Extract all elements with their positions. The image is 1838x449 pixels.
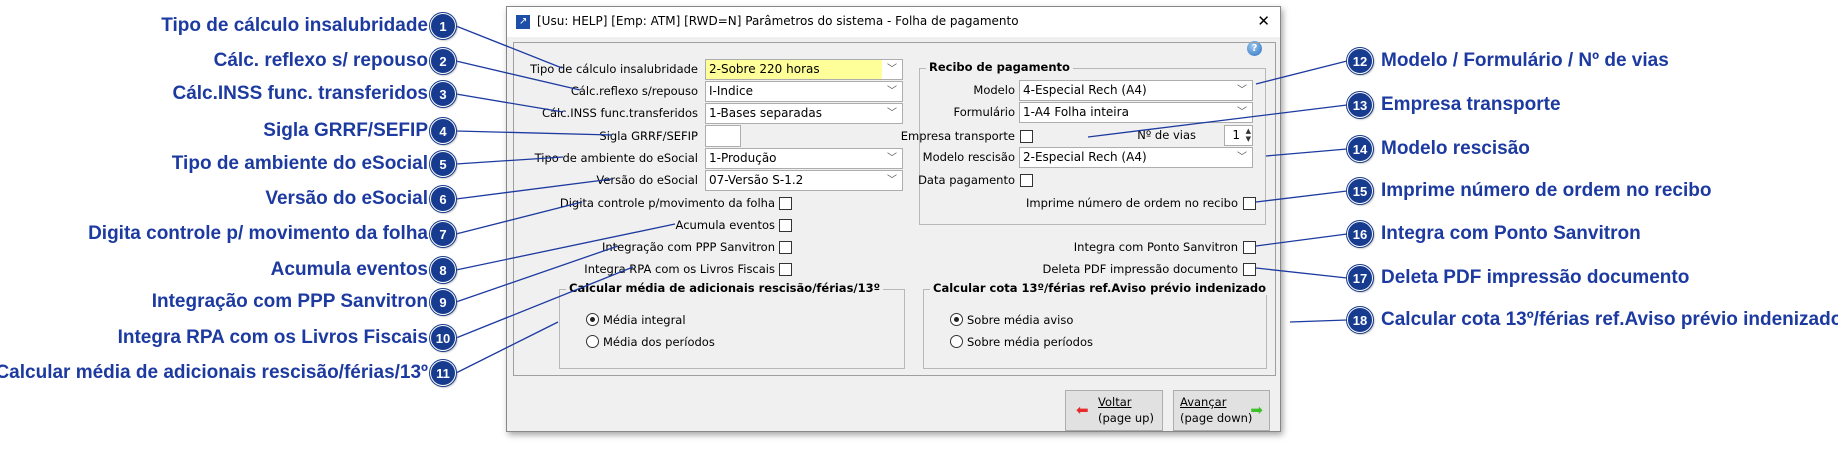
leader-line-14 (1265, 148, 1348, 157)
callout-2-text: Cálc. reflexo s/ repouso (213, 50, 428, 71)
leader-line-4 (455, 130, 613, 136)
callout-badge-11: 11 (429, 359, 457, 387)
leader-line-16 (1255, 233, 1348, 247)
callout-18-text: Calcular cota 13º/férias ref.Aviso prévi… (1381, 309, 1838, 330)
callout-badge-1: 1 (429, 12, 457, 40)
callout-17-text: Deleta PDF impressão documento (1381, 267, 1690, 288)
callout-badge-12: 12 (1346, 47, 1374, 75)
leader-line-17 (1255, 267, 1348, 279)
callout-badge-17: 17 (1346, 264, 1374, 292)
callout-16-text: Integra com Ponto Sanvitron (1381, 223, 1641, 244)
leader-line-7 (455, 201, 583, 235)
callout-11-text: Calcular média de adicionais rescisão/fé… (0, 362, 428, 383)
leader-line-9 (455, 245, 619, 303)
callout-badge-13: 13 (1346, 91, 1374, 119)
callout-9-text: Integração com PPP Sanvitron (151, 291, 428, 312)
callout-15-text: Imprime número de ordem no recibo (1381, 180, 1712, 201)
callout-5-text: Tipo de ambiente do eSocial (171, 153, 428, 174)
callout-badge-4: 4 (429, 117, 457, 145)
leader-line-8 (455, 223, 676, 271)
leader-line-18 (1289, 319, 1348, 323)
callout-3-text: Cálc.INSS func. transferidos (172, 83, 428, 104)
callout-badge-8: 8 (429, 256, 457, 284)
callout-badge-5: 5 (429, 150, 457, 178)
callout-badge-16: 16 (1346, 220, 1374, 248)
callout-badge-15: 15 (1346, 177, 1374, 205)
leader-line-2 (455, 60, 581, 91)
callout-4-text: Sigla GRRF/SEFIP (263, 120, 428, 141)
callout-13-text: Empresa transporte (1381, 94, 1561, 115)
callout-badge-7: 7 (429, 220, 457, 248)
callout-badge-6: 6 (429, 185, 457, 213)
leader-line-10 (455, 266, 634, 339)
callout-7-text: Digita controle p/ movimento da folha (88, 223, 428, 244)
callout-badge-3: 3 (429, 80, 457, 108)
callout-badge-9: 9 (429, 288, 457, 316)
leader-line-5 (455, 156, 564, 165)
callout-badge-10: 10 (429, 324, 457, 352)
callout-8-text: Acumula eventos (270, 259, 428, 280)
leader-line-13 (1087, 104, 1348, 138)
leader-line-15 (1255, 190, 1348, 203)
leader-line-3 (455, 93, 564, 113)
callout-badge-18: 18 (1346, 306, 1374, 334)
leader-line-1 (455, 25, 563, 69)
callout-badge-2: 2 (429, 47, 457, 75)
callout-badge-14: 14 (1346, 135, 1374, 163)
callout-6-text: Versão do eSocial (265, 188, 428, 209)
callout-12-text: Modelo / Formulário / Nº de vias (1381, 50, 1669, 71)
callout-10-text: Integra RPA com os Livros Fiscais (117, 327, 428, 348)
leader-line-6 (455, 178, 613, 200)
leader-line-12 (1255, 60, 1348, 85)
leader-line-11 (455, 321, 559, 374)
callout-14-text: Modelo rescisão (1381, 138, 1530, 159)
callout-1-text: Tipo de cálculo insalubridade (161, 15, 428, 36)
